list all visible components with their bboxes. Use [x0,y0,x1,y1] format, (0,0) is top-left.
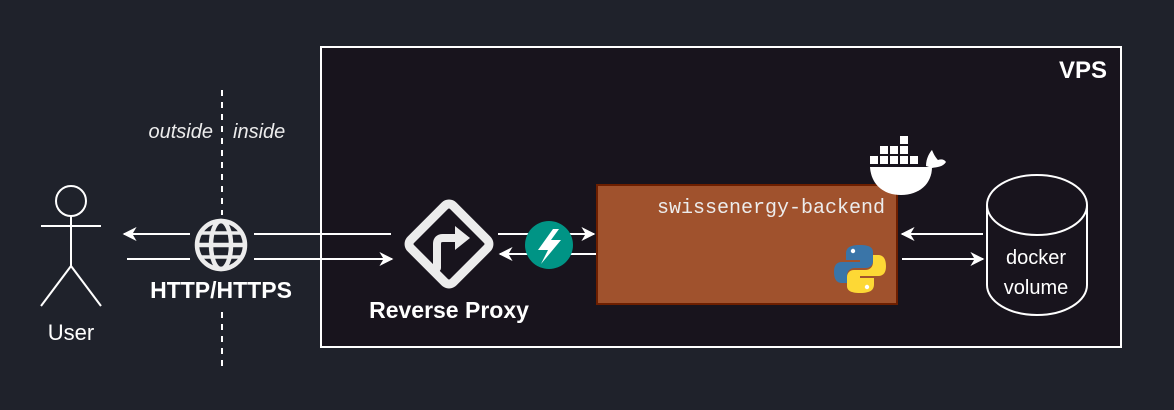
user-label: User [48,320,94,345]
volume-label-line1: docker [1006,247,1066,269]
volume-label-line2: volume [1004,277,1068,299]
architecture-diagram: VPS outside inside User HTTP/HTTPS Rever… [40,46,1122,368]
http-label: HTTP/HTTPS [150,277,292,303]
user-actor-icon [40,185,102,307]
inside-label: inside [233,121,285,143]
fastapi-icon [525,221,573,269]
outside-label: outside [149,121,214,143]
backend-label: swissenergy-backend [657,197,885,220]
reverse-proxy-label: Reverse Proxy [369,297,529,323]
vps-label: VPS [1059,57,1107,84]
globe-icon [194,218,248,272]
